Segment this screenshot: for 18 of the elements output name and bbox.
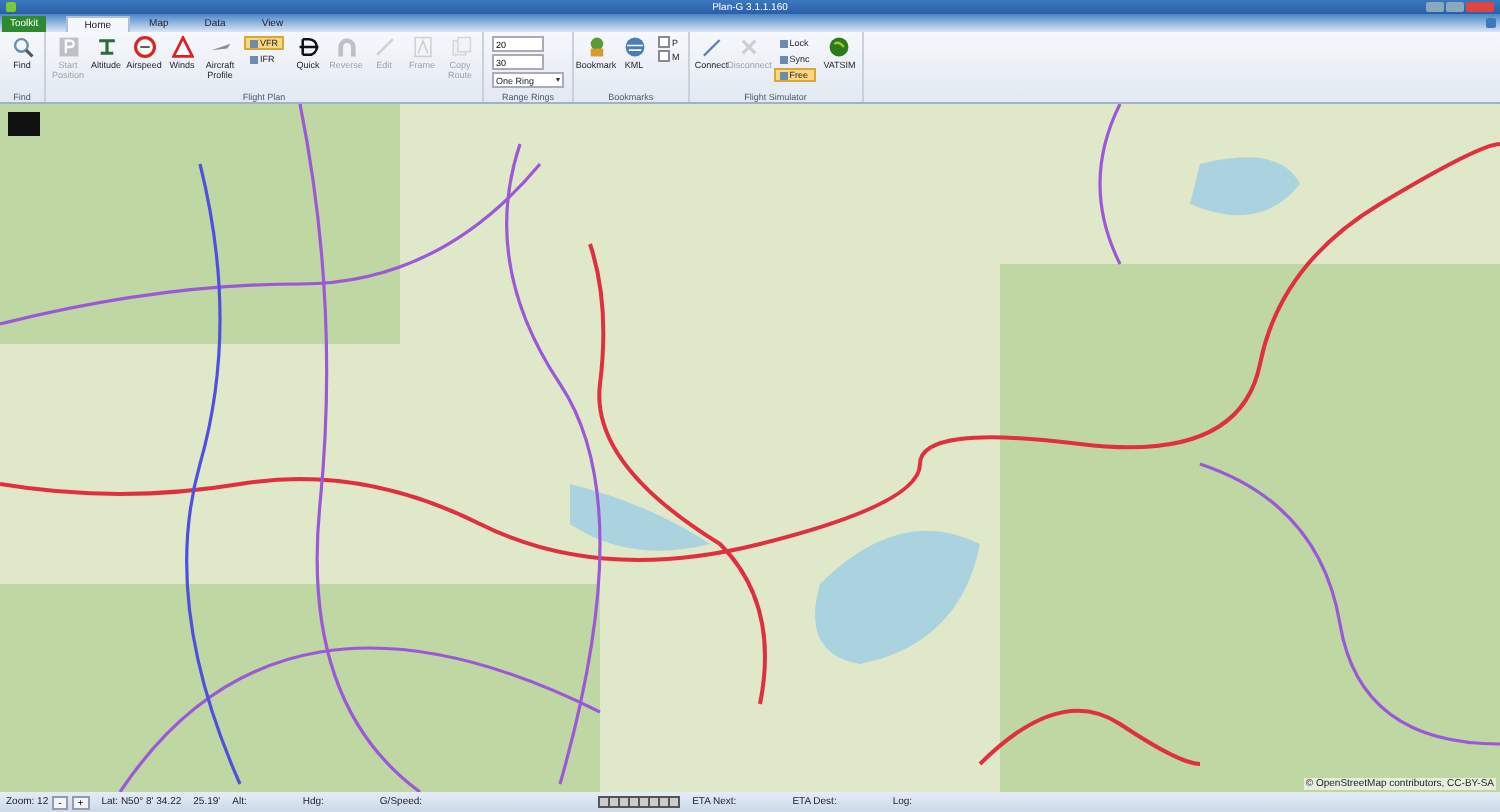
warning-sign-icon <box>171 36 193 58</box>
segment-meter-drawing <box>598 796 681 808</box>
close-button[interactable] <box>1466 2 1494 12</box>
planet-icon <box>828 36 851 58</box>
minimize-button[interactable] <box>1426 2 1444 12</box>
search-icon <box>11 36 33 58</box>
copy-icon <box>449 36 471 58</box>
quick-icon <box>297 36 319 58</box>
speed-sign-icon <box>133 36 155 58</box>
globe-icon <box>623 36 645 58</box>
magnet-icon <box>335 36 357 58</box>
altitude-icon <box>95 36 117 58</box>
maximize-button[interactable] <box>1446 2 1464 12</box>
frame-icon <box>411 36 433 58</box>
parking-sign-icon <box>57 36 79 58</box>
help-icon[interactable] <box>1486 18 1496 28</box>
bookmark-icon <box>585 36 607 58</box>
app-icon <box>6 2 16 12</box>
